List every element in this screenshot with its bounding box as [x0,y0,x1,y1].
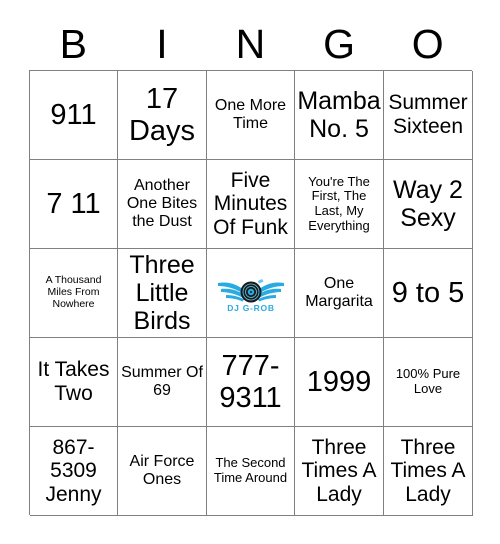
bingo-card: B I N G O 911 17 Days One More Time Mamba No. 5… [0,0,500,544]
bingo-cell-label: 911 [50,98,97,131]
bingo-cell[interactable]: 17 Days [118,71,207,160]
bingo-grid: 911 17 Days One More Time Mamba No. 5 Summer… [29,70,473,516]
bingo-cell-label: 9 to 5 [391,276,465,309]
bingo-cell[interactable]: Three Times A Lady [295,427,384,516]
bingo-cell-label: Three Times A Lady [390,435,466,506]
dj-g-rob-logo-text: DJ G-ROB [227,303,275,313]
bingo-cell[interactable]: Five Minutes Of Funk [207,160,295,249]
bingo-cell[interactable]: 100% Pure Love [384,338,473,427]
bingo-header-letter-b: B [59,20,87,67]
bingo-cell[interactable]: The Second Time Around [207,427,295,516]
bingo-cell[interactable]: Air Force Ones [118,427,207,516]
bingo-cell-label: 867-5309 Jenny [45,435,102,506]
bingo-cell-label: Three Times A Lady [301,435,377,506]
bingo-cell-label: 100% Pure Love [395,366,461,396]
bingo-cell-label: 777-9311 [219,349,282,414]
bingo-cell[interactable]: 777-9311 [207,338,295,427]
bingo-cell[interactable]: Another One Bites the Dust [118,160,207,249]
bingo-cell[interactable]: You're The First, The Last, My Everythin… [295,160,384,249]
bingo-cell[interactable]: It Takes Two [30,338,118,427]
bingo-cell[interactable]: Mamba No. 5 [295,71,384,160]
bingo-cell-label: One More Time [214,97,287,132]
bingo-header-letter-o: O [411,20,444,67]
bingo-cell[interactable]: A Thousand Miles From Nowhere [30,249,118,338]
bingo-cell-label: 1999 [306,365,372,398]
bingo-cell[interactable]: Three Times A Lady [384,427,473,516]
bingo-header-letter-n: N [235,20,266,67]
bingo-cell-label: Air Force Ones [129,453,195,488]
bingo-cell-label: The Second Time Around [213,455,288,485]
bingo-cell-label: Five Minutes Of Funk [213,168,288,239]
bingo-cell[interactable]: One More Time [207,71,295,160]
bingo-cell[interactable]: Three Little Birds [118,249,207,338]
bingo-cell[interactable]: Summer Sixteen [384,71,473,160]
bingo-cell-label: One Margarita [305,275,373,310]
bingo-cell-label: Three Little Birds [129,251,195,335]
bingo-header-letter-g: G [323,20,356,67]
bingo-cell[interactable]: 867-5309 Jenny [30,427,118,516]
bingo-header-row: BINGO [29,18,472,70]
bingo-cell[interactable]: One Margarita [295,249,384,338]
bingo-cell-label: Mamba No. 5 [297,87,381,143]
bingo-cell[interactable]: 1999 [295,338,384,427]
bingo-cell-label: Summer Of 69 [121,364,203,399]
bingo-cell-label: Another One Bites the Dust [126,177,198,230]
bingo-cell[interactable]: 9 to 5 [384,249,473,338]
bingo-cell[interactable]: Summer Of 69 [118,338,207,427]
bingo-header-letter-i: I [156,20,168,67]
bingo-cell-free-space[interactable]: DJ G-ROB [207,249,295,338]
bingo-cell-label: 7 11 [46,187,101,220]
dj-g-rob-logo-icon: DJ G-ROB [217,279,284,313]
bingo-cell-label: 17 Days [128,82,196,147]
bingo-cell-label: Summer Sixteen [388,91,468,138]
bingo-cell-label: It Takes Two [37,358,110,405]
bingo-cell-label: A Thousand Miles From Nowhere [45,274,102,310]
bingo-cell[interactable]: 911 [30,71,118,160]
bingo-cell-label: You're The First, The Last, My Everythin… [308,173,370,233]
bingo-cell-label: Way 2 Sexy [393,176,463,232]
bingo-cell[interactable]: 7 11 [30,160,118,249]
bingo-cell[interactable]: Way 2 Sexy [384,160,473,249]
